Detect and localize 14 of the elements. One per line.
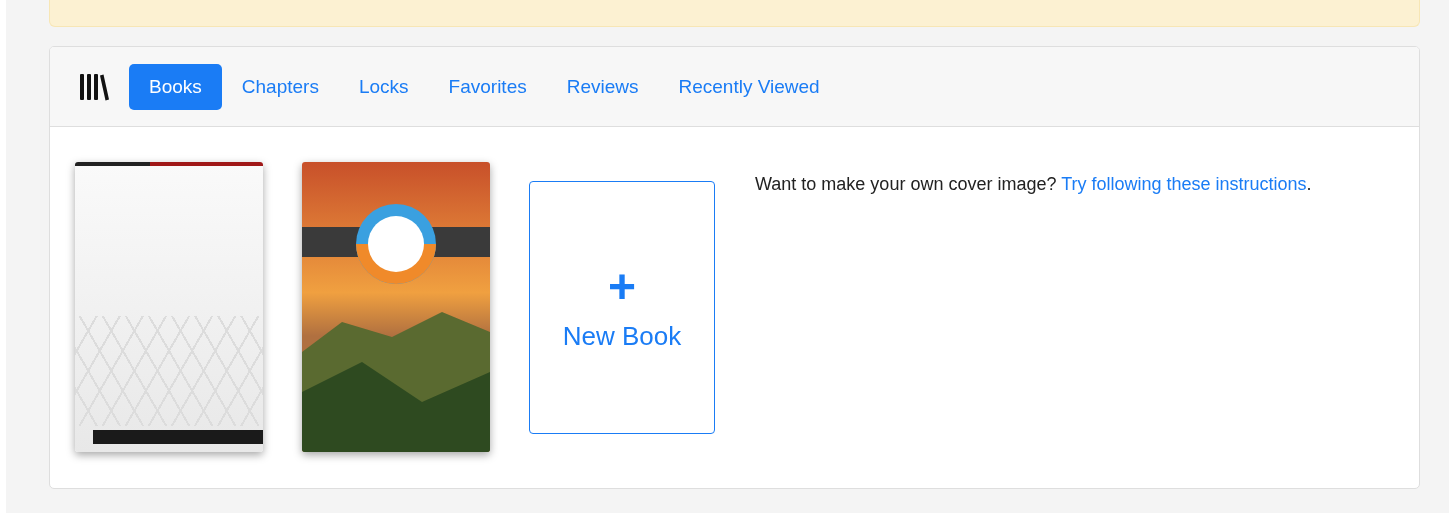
nav-tab[interactable]: Favorites — [428, 63, 547, 110]
nav-tab[interactable]: Reviews — [546, 63, 659, 110]
nav-tab[interactable]: Books — [129, 63, 222, 110]
new-book-button[interactable]: + New Book — [529, 181, 715, 434]
nav-tab[interactable]: Chapters — [221, 63, 339, 110]
book-cover[interactable] — [302, 162, 490, 452]
nav-tab[interactable]: Locks — [338, 63, 429, 110]
book-cover[interactable] — [75, 162, 263, 452]
nav-tab[interactable]: Recently Viewed — [658, 63, 840, 110]
new-book-label: New Book — [562, 321, 682, 352]
cover-instructions-text: Want to make your own cover image? Try following these instructions. — [755, 174, 1312, 195]
instructions-link[interactable]: Try following these instructions — [1061, 174, 1307, 194]
plus-icon: + — [608, 263, 636, 311]
library-icon — [79, 71, 109, 102]
